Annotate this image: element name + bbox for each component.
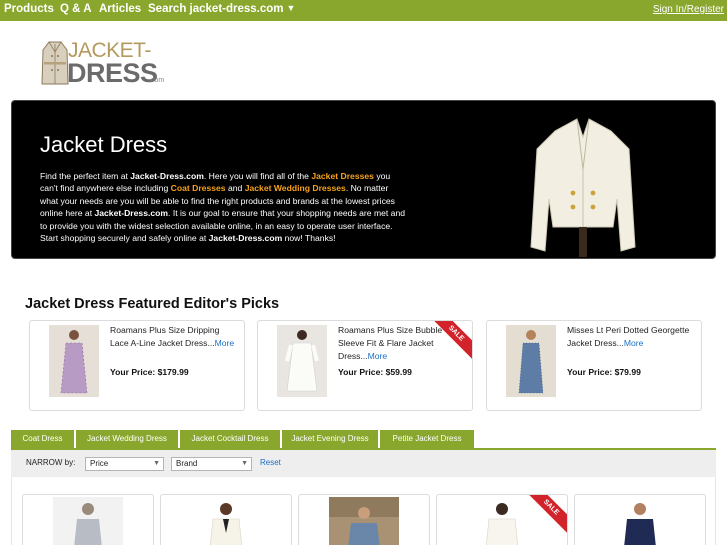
product-image[interactable] xyxy=(191,497,261,545)
narrow-by-bar: NARROW by: Price ▼ Brand ▼ Reset xyxy=(11,448,716,477)
narrow-by-label: NARROW by: xyxy=(26,458,76,467)
logo-text-com: .com xyxy=(149,77,165,84)
hero-text-part: Find the perfect item at xyxy=(40,171,131,181)
pick-price: Your Price: $79.99 xyxy=(567,367,641,377)
nav-search-label: Search jacket-dress.com xyxy=(148,3,284,15)
price-select-value: Price xyxy=(90,459,109,468)
hero-site-name: Jacket-Dress.com xyxy=(208,233,283,244)
hero-link-jacket-dresses[interactable]: Jacket Dresses xyxy=(311,171,374,181)
tab-jacket-cocktail-dress[interactable]: Jacket Cocktail Dress xyxy=(180,430,280,448)
top-nav-bar: Products Q & A Articles Search jacket-dr… xyxy=(0,0,727,21)
hero-link-jacket-wedding-dresses[interactable]: Jacket Wedding Dresses xyxy=(245,183,346,193)
hero-description: Find the perfect item at Jacket-Dress.co… xyxy=(40,170,406,244)
brand-select-value: Brand xyxy=(176,459,198,468)
price-select[interactable]: Price ▼ xyxy=(85,457,164,471)
product-image[interactable] xyxy=(53,497,123,545)
pick-more-link[interactable]: More xyxy=(624,338,644,348)
sign-in-register-link[interactable]: Sign In/Register xyxy=(653,4,724,15)
product-card[interactable]: SALE xyxy=(436,494,568,545)
site-logo[interactable]: JACKET- DRESS .com xyxy=(38,38,168,88)
editors-picks-heading: Jacket Dress Featured Editor's Picks xyxy=(25,296,280,312)
product-image[interactable] xyxy=(605,497,675,545)
product-thumbnail[interactable] xyxy=(49,325,99,397)
chevron-down-icon: ▼ xyxy=(153,460,160,467)
product-card[interactable] xyxy=(298,494,430,545)
product-card[interactable] xyxy=(160,494,292,545)
hero-text-part: . Here you will find all of the xyxy=(203,171,312,181)
hero-link-coat-dresses[interactable]: Coat Dresses xyxy=(171,183,226,193)
pick-name-text[interactable]: Roamans Plus Size Dripping Lace A-Line J… xyxy=(110,325,219,348)
pick-price: Your Price: $179.99 xyxy=(110,367,189,377)
product-image[interactable] xyxy=(329,497,399,545)
nav-qa[interactable]: Q & A xyxy=(60,3,92,15)
chevron-down-icon: ▼ xyxy=(286,3,296,13)
logo-text-dress: DRESS xyxy=(67,58,158,88)
trench-coat-logo-icon xyxy=(41,41,69,85)
hero-site-name: Jacket-Dress.com xyxy=(130,171,204,181)
pick-card[interactable]: Roamans Plus Size Dripping Lace A-Line J… xyxy=(29,320,245,411)
white-jacket-image xyxy=(525,109,641,257)
pick-name[interactable]: Roamans Plus Size Dripping Lace A-Line J… xyxy=(110,324,240,350)
product-image[interactable] xyxy=(467,497,537,545)
product-thumbnail[interactable] xyxy=(277,325,327,397)
nav-articles[interactable]: Articles xyxy=(99,3,141,15)
hero-banner: Jacket Dress Find the perfect item at Ja… xyxy=(11,100,716,259)
reset-link[interactable]: Reset xyxy=(260,458,281,467)
tab-coat-dress[interactable]: Coat Dress xyxy=(11,430,74,448)
nav-search[interactable]: Search jacket-dress.com ▼ xyxy=(148,3,295,15)
hero-site-name: Jacket-Dress.com xyxy=(94,208,169,219)
hero-text-part: and xyxy=(225,183,245,194)
product-card[interactable] xyxy=(574,494,706,545)
tab-jacket-wedding-dress[interactable]: Jacket Wedding Dress xyxy=(76,430,178,448)
pick-card[interactable]: Roamans Plus Size Bubble Sleeve Fit & Fl… xyxy=(257,320,473,411)
pick-more-link[interactable]: More xyxy=(215,338,235,348)
tab-petite-jacket-dress[interactable]: Petite Jacket Dress xyxy=(380,430,474,448)
pick-more-link[interactable]: More xyxy=(368,351,388,361)
pick-name[interactable]: Misses Lt Peri Dotted Georgette Jacket D… xyxy=(567,324,697,350)
chevron-down-icon: ▼ xyxy=(241,460,248,467)
tab-jacket-evening-dress[interactable]: Jacket Evening Dress xyxy=(282,430,378,448)
hero-title: Jacket Dress xyxy=(40,132,168,157)
pick-card[interactable]: Misses Lt Peri Dotted Georgette Jacket D… xyxy=(486,320,702,411)
product-card[interactable] xyxy=(22,494,154,545)
hero-text-part: now! Thanks! xyxy=(282,233,336,244)
pick-name-text[interactable]: Roamans Plus Size Bubble Sleeve Fit & Fl… xyxy=(338,325,442,361)
brand-select[interactable]: Brand ▼ xyxy=(171,457,252,471)
product-thumbnail[interactable] xyxy=(506,325,556,397)
nav-products[interactable]: Products xyxy=(4,3,54,15)
pick-price: Your Price: $59.99 xyxy=(338,367,412,377)
